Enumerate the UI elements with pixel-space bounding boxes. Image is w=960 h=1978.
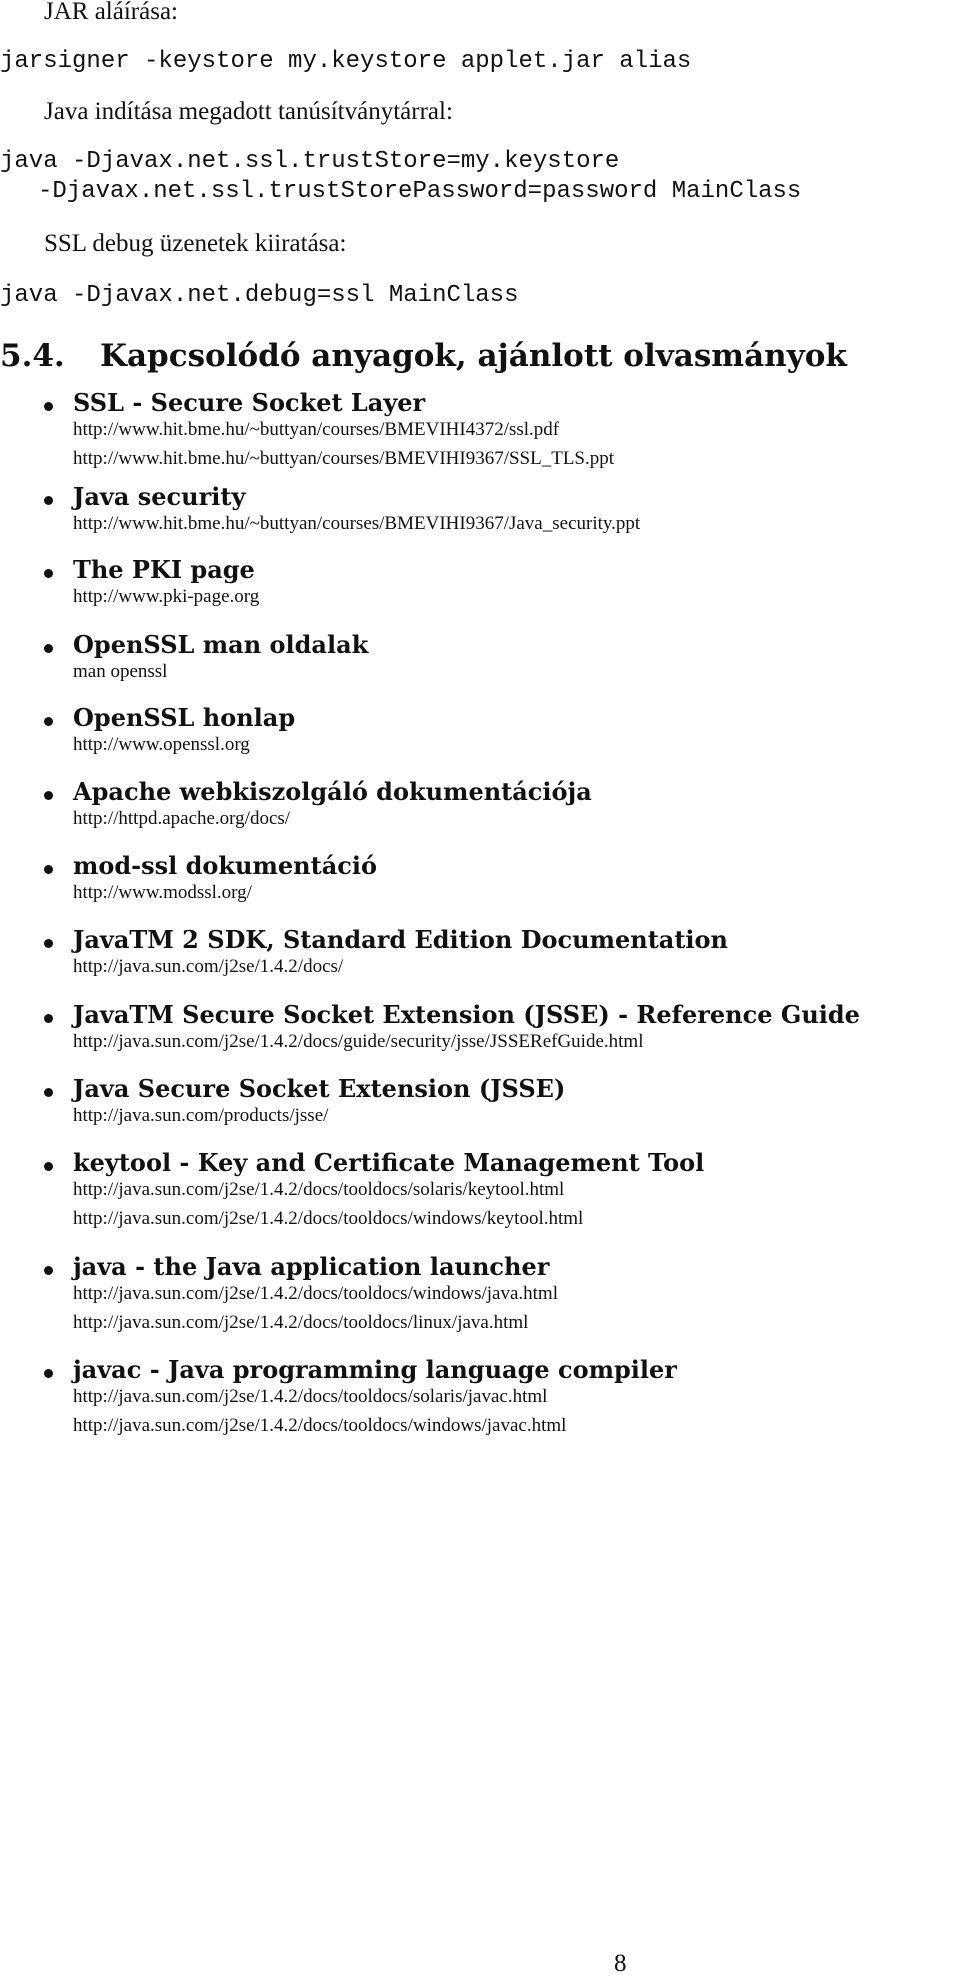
section-title: Kapcsolódó anyagok, ajánlott olvasmányok bbox=[100, 338, 847, 374]
section-number: 5.4. bbox=[0, 338, 65, 374]
bullet-icon bbox=[44, 1014, 53, 1023]
bullet-icon bbox=[44, 1162, 53, 1171]
bullet-icon bbox=[44, 644, 53, 653]
list-item-title: keytool - Key and Certificate Management… bbox=[73, 1148, 705, 1177]
list-item-title: Java security bbox=[73, 482, 246, 511]
list-item-link[interactable]: http://java.sun.com/j2se/1.4.2/docs/tool… bbox=[73, 1312, 528, 1334]
code-java-truststore-line2: -Djavax.net.ssl.trustStorePassword=passw… bbox=[38, 178, 802, 205]
section-heading: 5.4. Kapcsolódó anyagok, ajánlott olvasmá… bbox=[0, 338, 847, 374]
list-item-title: mod-ssl dokumentáció bbox=[73, 851, 377, 880]
list-item-link[interactable]: http://java.sun.com/j2se/1.4.2/docs/guid… bbox=[73, 1031, 643, 1053]
list-item-title: JavaTM Secure Socket Extension (JSSE) - … bbox=[73, 1000, 860, 1029]
list-item-title: Apache webkiszolgáló dokumentációja bbox=[73, 777, 592, 806]
bullet-icon bbox=[44, 402, 53, 411]
code-jarsigner: jarsigner -keystore my.keystore applet.j… bbox=[0, 48, 692, 75]
list-item-title: The PKI page bbox=[73, 555, 255, 584]
list-item-link[interactable]: http://java.sun.com/j2se/1.4.2/docs/tool… bbox=[73, 1283, 558, 1305]
list-item-title: java - the Java application launcher bbox=[73, 1252, 550, 1281]
bullet-icon bbox=[44, 1088, 53, 1097]
bullet-icon bbox=[44, 496, 53, 505]
list-item-title: Java Secure Socket Extension (JSSE) bbox=[73, 1074, 566, 1103]
list-item-link[interactable]: http://java.sun.com/j2se/1.4.2/docs/tool… bbox=[73, 1415, 566, 1437]
list-item-link[interactable]: http://www.pki-page.org bbox=[73, 586, 259, 608]
bullet-icon bbox=[44, 569, 53, 578]
paragraph-ssl-debug: SSL debug üzenetek kiiratása: bbox=[44, 230, 347, 257]
list-item-command: man openssl bbox=[73, 661, 168, 682]
list-item-link[interactable]: http://www.hit.bme.hu/~buttyan/courses/B… bbox=[73, 513, 640, 535]
list-item-link[interactable]: http://java.sun.com/products/jsse/ bbox=[73, 1105, 328, 1127]
code-java-debug: java -Djavax.net.debug=ssl MainClass bbox=[0, 282, 519, 309]
paragraph-java-truststore: Java indítása megadott tanúsítványtárral… bbox=[44, 98, 453, 125]
bullet-icon bbox=[44, 939, 53, 948]
list-item-link[interactable]: http://www.hit.bme.hu/~buttyan/courses/B… bbox=[73, 419, 559, 441]
list-item-link[interactable]: http://java.sun.com/j2se/1.4.2/docs/tool… bbox=[73, 1208, 583, 1230]
bullet-icon bbox=[44, 791, 53, 800]
list-item-link[interactable]: http://java.sun.com/j2se/1.4.2/docs/tool… bbox=[73, 1179, 564, 1201]
list-item-link[interactable]: http://www.hit.bme.hu/~buttyan/courses/B… bbox=[73, 448, 614, 470]
list-item-link[interactable]: http://java.sun.com/j2se/1.4.2/docs/ bbox=[73, 956, 343, 978]
list-item-link[interactable]: http://httpd.apache.org/docs/ bbox=[73, 808, 290, 830]
list-item-link[interactable]: http://www.modssl.org/ bbox=[73, 882, 252, 904]
list-item-title: JavaTM 2 SDK, Standard Edition Documenta… bbox=[73, 925, 728, 954]
code-java-truststore-line1: java -Djavax.net.ssl.trustStore=my.keyst… bbox=[0, 148, 620, 175]
list-item-title: javac - Java programming language compil… bbox=[73, 1355, 677, 1384]
bullet-icon bbox=[44, 865, 53, 874]
list-item-title: OpenSSL honlap bbox=[73, 703, 296, 732]
list-item-title: SSL - Secure Socket Layer bbox=[73, 388, 426, 417]
page-number: 8 bbox=[614, 1950, 627, 1977]
list-item-link[interactable]: http://java.sun.com/j2se/1.4.2/docs/tool… bbox=[73, 1386, 547, 1408]
paragraph-jar-signing: JAR aláírása: bbox=[44, 0, 178, 25]
bullet-icon bbox=[44, 1266, 53, 1275]
bullet-icon bbox=[44, 1369, 53, 1378]
list-item-link[interactable]: http://www.openssl.org bbox=[73, 734, 250, 756]
bullet-icon bbox=[44, 717, 53, 726]
list-item-title: OpenSSL man oldalak bbox=[73, 630, 369, 659]
